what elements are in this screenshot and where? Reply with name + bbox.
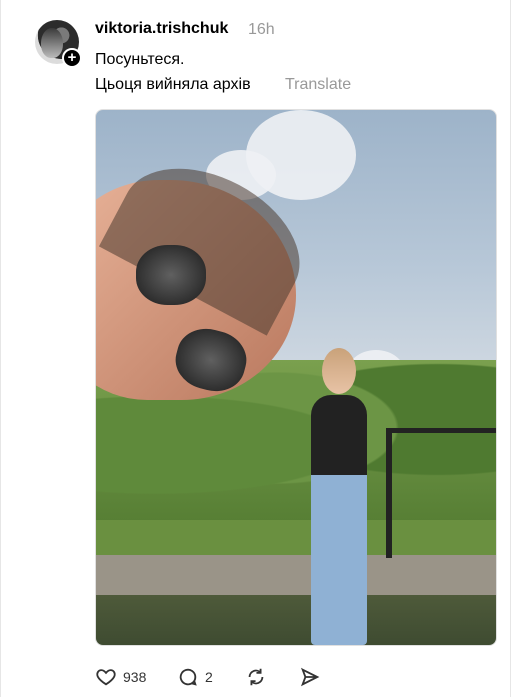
reply-count: 2	[205, 669, 213, 685]
translate-link[interactable]: Translate	[285, 76, 351, 94]
grass	[96, 520, 496, 560]
like-count: 938	[123, 669, 147, 685]
post-container: + viktoria.trishchuk 16h Посуньтеся. Цьо…	[0, 0, 511, 697]
pond	[96, 595, 496, 645]
metal-pole	[386, 428, 392, 558]
post-text-line1: Посуньтеся.	[95, 51, 185, 68]
reply-button[interactable]: 2	[177, 664, 213, 690]
woman-body	[311, 395, 367, 645]
post-text-line2: Цьоця вийняла архів	[95, 76, 251, 93]
repost-button[interactable]	[245, 664, 267, 690]
post-image[interactable]	[95, 109, 497, 646]
post-timestamp: 16h	[248, 21, 275, 38]
share-button[interactable]	[299, 664, 321, 690]
stone-bank	[96, 555, 496, 595]
repost-icon	[248, 668, 264, 686]
metal-bar	[386, 428, 496, 433]
username-link[interactable]: viktoria.trishchuk	[95, 20, 228, 38]
sunglasses-lens	[136, 245, 206, 305]
like-button[interactable]: 938	[95, 664, 146, 690]
send-icon	[300, 667, 320, 687]
avatar-photo	[41, 28, 63, 58]
follow-plus-icon[interactable]: +	[62, 48, 82, 68]
heart-icon	[96, 669, 116, 686]
woman-head	[322, 348, 356, 394]
comment-icon	[179, 668, 197, 686]
